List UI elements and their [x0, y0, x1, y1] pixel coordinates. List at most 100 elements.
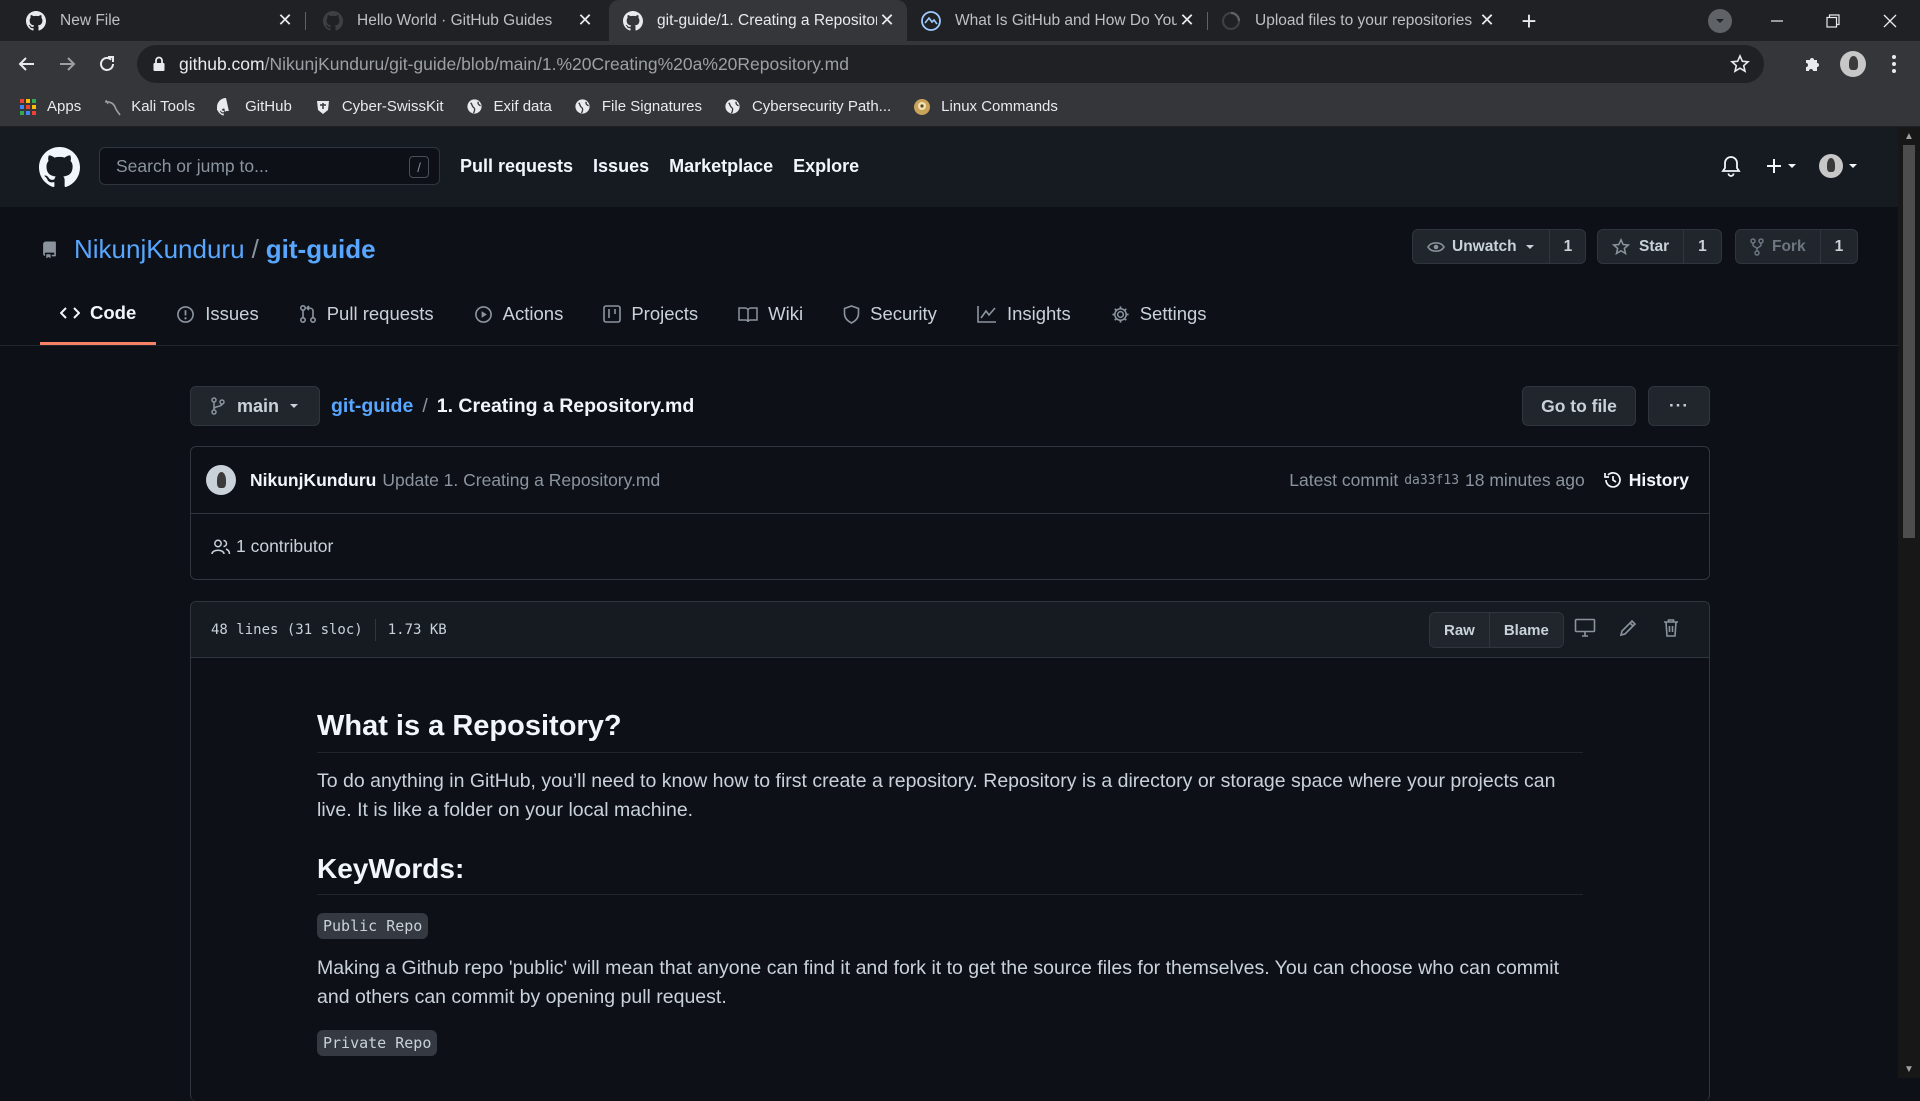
bookmark-exif-data[interactable]: Exif data [466, 98, 552, 116]
repo-owner-link[interactable]: NikunjKunduru [74, 234, 245, 265]
tab-label: Projects [631, 303, 699, 324]
star-count[interactable]: 1 [1683, 230, 1721, 263]
github-search-input[interactable]: Search or jump to... / [99, 147, 440, 185]
globe-icon [574, 98, 592, 116]
commit-author[interactable]: NikunjKunduru [250, 470, 376, 491]
bookmark-kali-tools[interactable]: Kali Tools [103, 98, 195, 116]
bookmark-apps[interactable]: Apps [19, 98, 81, 116]
bookmark-label: GitHub [245, 98, 292, 115]
repo-name-link[interactable]: git-guide [266, 234, 376, 265]
fork-button[interactable]: Fork 1 [1735, 229, 1858, 264]
blame-button[interactable]: Blame [1488, 613, 1563, 647]
notifications-button[interactable] [1721, 151, 1741, 181]
go-to-file-button[interactable]: Go to file [1522, 386, 1636, 426]
watch-count[interactable]: 1 [1548, 230, 1587, 263]
breadcrumb-repo-link[interactable]: git-guide [331, 395, 413, 418]
reload-button[interactable] [92, 49, 122, 79]
pull-request-icon [299, 304, 317, 324]
watch-label-area[interactable]: Unwatch [1413, 230, 1549, 263]
close-tab-icon[interactable]: ✕ [575, 10, 595, 31]
tab-insights[interactable]: Insights [957, 283, 1091, 345]
commit-sha[interactable]: da33f13 [1404, 473, 1459, 488]
pencil-icon[interactable] [1618, 618, 1638, 638]
history-label: History [1628, 469, 1689, 490]
fork-count[interactable]: 1 [1819, 230, 1858, 263]
tab-search-button[interactable] [1708, 9, 1732, 33]
page-scrollbar[interactable]: ▲ ▼ [1898, 127, 1920, 1078]
forward-button[interactable] [52, 49, 82, 79]
close-window-button[interactable] [1862, 0, 1918, 41]
file-content-box: 48 lines (31 sloc) 1.73 KB Raw Blame Wha… [190, 601, 1710, 1101]
nav-pull-requests[interactable]: Pull requests [460, 156, 573, 177]
address-bar[interactable]: github.com/NikunjKunduru/git-guide/blob/… [137, 45, 1764, 83]
fork-label-area[interactable]: Fork [1736, 230, 1820, 263]
browser-tab-upload-files[interactable]: Upload files to your repositories ✕ [1207, 0, 1507, 41]
repo-icon [41, 240, 58, 260]
create-new-dropdown[interactable] [1765, 151, 1797, 181]
latest-commit-row: NikunjKunduru Update 1. Creating a Repos… [191, 447, 1709, 514]
scroll-up-arrow-icon[interactable]: ▲ [1903, 130, 1915, 142]
close-tab-icon[interactable]: ✕ [275, 10, 295, 31]
close-tab-icon[interactable]: ✕ [877, 10, 897, 31]
nav-explore[interactable]: Explore [793, 156, 859, 177]
browser-tab-git-guide[interactable]: git-guide/1. Creating a Repositor ✕ [609, 0, 907, 41]
branch-selector[interactable]: main [190, 386, 321, 426]
profile-avatar-button[interactable] [1838, 49, 1868, 79]
trash-icon[interactable] [1662, 618, 1680, 638]
bookmark-star-icon[interactable] [1730, 54, 1750, 74]
scroll-down-arrow-icon[interactable]: ▼ [1903, 1063, 1915, 1075]
browser-tab-hello-world[interactable]: Hello World · GitHub Guides ✕ [305, 0, 605, 41]
more-options-button[interactable]: ··· [1648, 386, 1710, 426]
bookmark-label: Exif data [493, 98, 552, 115]
browser-tab-new-file[interactable]: New File ✕ [0, 0, 305, 41]
desktop-icon[interactable] [1574, 618, 1596, 638]
tab-pull-requests[interactable]: Pull requests [279, 283, 454, 345]
book-icon [738, 306, 758, 323]
tab-actions[interactable]: Actions [454, 283, 584, 345]
back-button[interactable] [12, 49, 42, 79]
watch-label: Unwatch [1452, 237, 1517, 255]
bookmark-github[interactable]: GitHub [217, 97, 292, 116]
avatar [1819, 154, 1843, 178]
bookmark-file-signatures[interactable]: File Signatures [574, 98, 702, 116]
browser-menu-button[interactable] [1879, 49, 1909, 79]
user-menu-dropdown[interactable] [1819, 151, 1858, 181]
puzzle-icon [1806, 58, 1819, 71]
nav-issues[interactable]: Issues [593, 156, 649, 177]
minimize-button[interactable] [1749, 0, 1805, 41]
star-button[interactable]: Star 1 [1597, 229, 1722, 264]
tab-wiki[interactable]: Wiki [718, 283, 823, 345]
tab-security[interactable]: Security [823, 283, 957, 345]
url-host: github.com [179, 53, 265, 74]
tab-settings[interactable]: Settings [1091, 283, 1227, 345]
scrollbar-thumb[interactable] [1903, 145, 1915, 538]
tab-label: Issues [205, 303, 259, 324]
browser-tab-strip: New File ✕ Hello World · GitHub Guides ✕… [0, 0, 1920, 41]
tab-issues[interactable]: Issues [156, 283, 278, 345]
tab-projects[interactable]: Projects [583, 283, 718, 345]
close-tab-icon[interactable]: ✕ [1477, 10, 1497, 31]
github-icon [26, 10, 46, 31]
caret-down-icon [1525, 244, 1534, 249]
tab-code[interactable]: Code [40, 283, 157, 345]
history-link[interactable]: History [1603, 470, 1689, 491]
md-inline-code: Private Repo [317, 1030, 438, 1057]
new-tab-button[interactable]: + [1514, 6, 1544, 36]
bookmark-linux-commands[interactable]: Linux Commands [913, 98, 1058, 116]
restore-button[interactable] [1805, 0, 1861, 41]
commit-message[interactable]: Update 1. Creating a Repository.md [382, 470, 660, 491]
raw-button[interactable]: Raw [1430, 613, 1489, 647]
latest-commit-label: Latest commit [1289, 469, 1399, 490]
watch-button[interactable]: Unwatch 1 [1412, 229, 1586, 264]
bookmark-cybersecurity-path[interactable]: Cybersecurity Path... [724, 98, 891, 116]
contributors-row[interactable]: 1 contributor [191, 514, 1709, 579]
star-label-area[interactable]: Star [1598, 230, 1683, 263]
extensions-button[interactable] [1797, 49, 1827, 79]
close-tab-icon[interactable]: ✕ [1177, 10, 1197, 31]
browser-tab-what-is-github[interactable]: What Is GitHub and How Do You ✕ [907, 0, 1207, 41]
avatar[interactable] [206, 465, 236, 495]
github-logo-icon[interactable] [39, 147, 80, 188]
bookmark-cyber-swisskit[interactable]: Cyber-SwissKit [314, 98, 444, 116]
nav-marketplace[interactable]: Marketplace [669, 156, 773, 177]
github-icon [623, 10, 643, 31]
